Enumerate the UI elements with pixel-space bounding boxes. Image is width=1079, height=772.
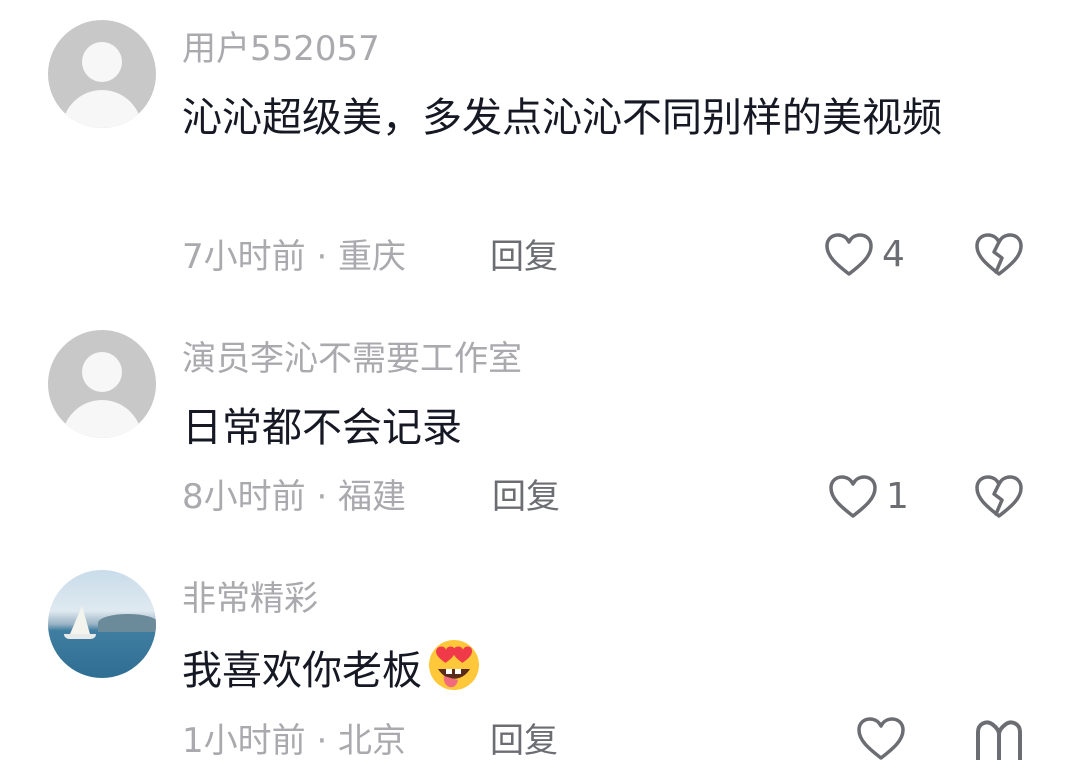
comment-text: 沁沁超级美，多发点沁沁不同别样的美视频 (182, 95, 942, 141)
comment-text: 日常都不会记录 (182, 405, 462, 451)
avatar-body-shape (62, 90, 142, 128)
avatar-head-shape (82, 352, 122, 392)
avatar-hull-shape (64, 634, 96, 639)
heart-eyes-tongue-emoji-icon (426, 636, 482, 692)
heart-outline-icon (828, 474, 878, 520)
comment-meta: 7小时前 · 重庆 (182, 237, 407, 277)
avatar[interactable] (48, 570, 156, 678)
sailboat-icon (70, 606, 90, 634)
dislike-button[interactable] (974, 232, 1024, 282)
comment-item: 用户552057 沁沁超级美，多发点沁沁不同别样的美视频 7小时前 · 重庆 回… (0, 0, 1079, 300)
broken-heart-icon (974, 475, 1024, 524)
avatar[interactable] (48, 330, 156, 438)
comment-meta: 1小时前 · 北京 (182, 721, 407, 761)
dislike-button[interactable] (974, 716, 1024, 766)
avatar-hill-shape (98, 614, 156, 632)
heart-outline-icon (856, 716, 906, 762)
dislike-button[interactable] (974, 474, 1024, 524)
broken-heart-icon (974, 720, 1024, 766)
reply-button[interactable]: 回复 (490, 724, 558, 758)
like-button[interactable]: 4 (824, 232, 905, 278)
username[interactable]: 演员李沁不需要工作室 (182, 342, 522, 376)
like-count: 1 (886, 476, 909, 517)
reply-button[interactable]: 回复 (492, 480, 560, 514)
avatar-head-shape (82, 42, 122, 82)
comment-item: 演员李沁不需要工作室 日常都不会记录 8小时前 · 福建 回复 1 (0, 300, 1079, 540)
comment-item: 非常精彩 我喜欢你老板 1小时前 · 北京 回复 (0, 540, 1079, 772)
like-button[interactable] (856, 716, 906, 762)
username[interactable]: 非常精彩 (182, 582, 318, 616)
like-count: 4 (882, 234, 905, 275)
comment-text-line: 我喜欢你老板 (182, 636, 1012, 705)
comment-meta: 8小时前 · 福建 (182, 477, 407, 517)
avatar[interactable] (48, 20, 156, 128)
comment-text: 我喜欢你老板 (182, 648, 422, 694)
like-button[interactable]: 1 (828, 474, 909, 520)
broken-heart-icon (974, 233, 1024, 282)
heart-outline-icon (824, 232, 874, 278)
avatar-body-shape (62, 400, 142, 438)
reply-button[interactable]: 回复 (490, 240, 558, 274)
username[interactable]: 用户552057 (182, 32, 380, 66)
